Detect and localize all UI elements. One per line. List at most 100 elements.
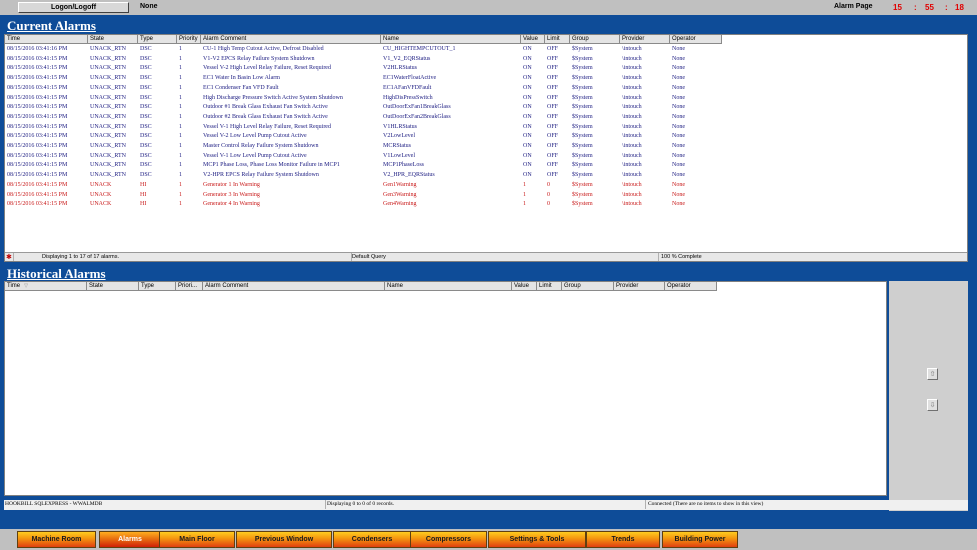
alarm-name: V1_V2_EQRStatus bbox=[383, 55, 431, 62]
alarm-provider: \intouch bbox=[622, 75, 642, 82]
alarm-limit: OFF bbox=[547, 123, 559, 130]
alarm-row[interactable]: 08/15/2016 03:41:15 PM UNACK_RTN DSC 1 V2-HP… bbox=[5, 171, 967, 181]
current-col-provider[interactable]: Provider bbox=[620, 35, 670, 44]
alarm-row[interactable]: 08/15/2016 03:41:15 PM UNACK_RTN DSC 1 High … bbox=[5, 94, 967, 104]
alarm-type: HI bbox=[140, 191, 147, 198]
clock-separator: : bbox=[945, 3, 948, 12]
historical-col-value[interactable]: Value bbox=[512, 282, 537, 291]
alarm-value: ON bbox=[523, 75, 532, 82]
alarm-priority: 1 bbox=[179, 172, 182, 179]
historical-col-operator[interactable]: Operator bbox=[665, 282, 717, 291]
alarm-limit: 0 bbox=[547, 181, 550, 188]
alarm-limit: OFF bbox=[547, 55, 559, 62]
nav-button-previous-window[interactable]: Previous Window bbox=[236, 531, 332, 548]
nav-button-trends[interactable]: Trends bbox=[586, 531, 660, 548]
alarm-priority: 1 bbox=[179, 104, 182, 111]
alarm-operator: None bbox=[672, 201, 685, 208]
alarm-limit: OFF bbox=[547, 65, 559, 72]
current-col-comment[interactable]: Alarm Comment bbox=[201, 35, 381, 44]
logon-logoff-button[interactable]: Logon/Logoff bbox=[18, 2, 129, 13]
current-col-group[interactable]: Group bbox=[570, 35, 620, 44]
alarm-limit: OFF bbox=[547, 162, 559, 169]
alarm-row[interactable]: 08/15/2016 03:41:15 PM UNACK HI 1 Generator … bbox=[5, 181, 967, 191]
nav-button-settings-tools[interactable]: Settings & Tools bbox=[488, 531, 586, 548]
current-col-name[interactable]: Name bbox=[381, 35, 521, 44]
current-col-state[interactable]: State bbox=[88, 35, 138, 44]
historical-col-time[interactable]: Time ▽ bbox=[5, 282, 87, 291]
alarm-type: DSC bbox=[140, 84, 152, 91]
historical-col-name[interactable]: Name bbox=[385, 282, 512, 291]
alarm-row[interactable]: 08/15/2016 03:41:15 PM UNACK_RTN DSC 1 Outdo… bbox=[5, 113, 967, 123]
alarm-type: DSC bbox=[140, 152, 152, 159]
historical-col-priority[interactable]: Priori... bbox=[176, 282, 203, 291]
alarm-name: MCRStatus bbox=[383, 143, 412, 149]
historical-col-type[interactable]: Type bbox=[139, 282, 176, 291]
alarm-row[interactable]: 08/15/2016 03:41:15 PM UNACK_RTN DSC 1 Outdo… bbox=[5, 103, 967, 113]
nav-button-condensers[interactable]: Condensers bbox=[333, 531, 411, 548]
bottom-navigation: Machine Room Alarms Main Floor Previous Win… bbox=[0, 529, 977, 550]
alarm-row[interactable]: 08/15/2016 03:41:16 PM UNACK_RTN DSC 1 CU-1 … bbox=[5, 45, 967, 55]
alarm-provider: \intouch bbox=[622, 133, 642, 140]
alarm-row[interactable]: 08/15/2016 03:41:15 PM UNACK_RTN DSC 1 MCP1 … bbox=[5, 161, 967, 171]
alarm-operator: None bbox=[672, 84, 685, 91]
nav-button-machine-room[interactable]: Machine Room bbox=[17, 531, 96, 548]
current-alarms-title: Current Alarms bbox=[7, 18, 96, 33]
alarm-group: $System bbox=[572, 104, 593, 111]
alarm-row[interactable]: 08/15/2016 03:41:15 PM UNACK_RTN DSC 1 EC1 W… bbox=[5, 74, 967, 84]
alarm-row[interactable]: 08/15/2016 03:41:15 PM UNACK_RTN DSC 1 Vesse… bbox=[5, 152, 967, 162]
alarm-operator: None bbox=[672, 113, 685, 120]
nav-button-main-floor[interactable]: Main Floor bbox=[159, 531, 235, 548]
alarm-limit: OFF bbox=[547, 172, 559, 179]
clock-separator: : bbox=[914, 3, 917, 12]
alarm-row[interactable]: 08/15/2016 03:41:15 PM UNACK_RTN DSC 1 EC1 C… bbox=[5, 84, 967, 94]
current-col-priority[interactable]: Priority bbox=[177, 35, 201, 44]
alarm-row[interactable]: 08/15/2016 03:41:15 PM UNACK_RTN DSC 1 Maste… bbox=[5, 142, 967, 152]
nav-button-building-power[interactable]: Building Power bbox=[662, 531, 738, 548]
alarm-row[interactable]: 08/15/2016 03:41:15 PM UNACK_RTN DSC 1 Vesse… bbox=[5, 64, 967, 74]
alarm-priority: 1 bbox=[179, 162, 182, 169]
alarm-state: UNACK bbox=[90, 181, 112, 188]
alarm-limit: OFF bbox=[547, 75, 559, 82]
current-user: None bbox=[140, 3, 158, 10]
alarm-time: 08/15/2016 03:41:15 PM bbox=[7, 172, 68, 179]
nav-button-alarms[interactable]: Alarms bbox=[99, 531, 161, 548]
arrow-down-icon[interactable]: ⇩ bbox=[927, 399, 938, 411]
alarm-value: ON bbox=[523, 133, 532, 140]
current-col-value[interactable]: Value bbox=[521, 35, 545, 44]
alarm-provider: \intouch bbox=[622, 152, 642, 159]
historical-col-group[interactable]: Group bbox=[562, 282, 614, 291]
alarm-priority: 1 bbox=[179, 201, 182, 208]
alarm-row[interactable]: 08/15/2016 03:41:15 PM UNACK_RTN DSC 1 Vesse… bbox=[5, 123, 967, 133]
alarm-name: Gen1Warning bbox=[383, 181, 417, 188]
current-col-time[interactable]: Time bbox=[5, 35, 88, 44]
current-col-limit[interactable]: Limit bbox=[545, 35, 570, 44]
historical-col-state[interactable]: State bbox=[87, 282, 139, 291]
alarm-type: DSC bbox=[140, 123, 152, 130]
current-col-operator[interactable]: Operator bbox=[670, 35, 722, 44]
alarm-state: UNACK_RTN bbox=[90, 65, 126, 72]
alarm-row[interactable]: 08/15/2016 03:41:15 PM UNACK HI 1 Generator … bbox=[5, 191, 967, 201]
historical-col-provider[interactable]: Provider bbox=[614, 282, 665, 291]
historical-col-limit[interactable]: Limit bbox=[537, 282, 562, 291]
alarm-priority: 1 bbox=[179, 84, 182, 91]
alarm-limit: OFF bbox=[547, 113, 559, 120]
alarm-time: 08/15/2016 03:41:15 PM bbox=[7, 113, 68, 120]
nav-button-compressors[interactable]: Compressors bbox=[410, 531, 487, 548]
clock-hours: 15 bbox=[893, 3, 902, 12]
alarm-limit: OFF bbox=[547, 152, 559, 159]
alarm-comment: Vessel V-2 Low Level Pump Cutout Active bbox=[203, 133, 307, 140]
historical-col-comment[interactable]: Alarm Comment bbox=[203, 282, 385, 291]
alarm-row[interactable]: 08/15/2016 03:41:15 PM UNACK HI 1 Generator … bbox=[5, 200, 967, 210]
arrow-up-icon[interactable]: ⇧ bbox=[927, 368, 938, 380]
main-area: Current Alarms Time State Type Priority Alar… bbox=[0, 15, 977, 529]
alarm-row[interactable]: 08/15/2016 03:41:15 PM UNACK_RTN DSC 1 V1-V2… bbox=[5, 55, 967, 65]
alarm-priority: 1 bbox=[179, 65, 182, 72]
alarm-time: 08/15/2016 03:41:15 PM bbox=[7, 94, 68, 101]
current-alarms-grid[interactable]: Time State Type Priority Alarm Comment Name Va… bbox=[4, 34, 968, 262]
alarm-row[interactable]: 08/15/2016 03:41:15 PM UNACK_RTN DSC 1 Vesse… bbox=[5, 132, 967, 142]
alarm-group: $System bbox=[572, 152, 593, 159]
current-col-type[interactable]: Type bbox=[138, 35, 177, 44]
alarm-time: 08/15/2016 03:41:15 PM bbox=[7, 201, 68, 208]
alarm-priority: 1 bbox=[179, 133, 182, 140]
historical-alarms-grid[interactable]: Time ▽ State Type Priori... Alarm Comment Name… bbox=[4, 281, 887, 496]
